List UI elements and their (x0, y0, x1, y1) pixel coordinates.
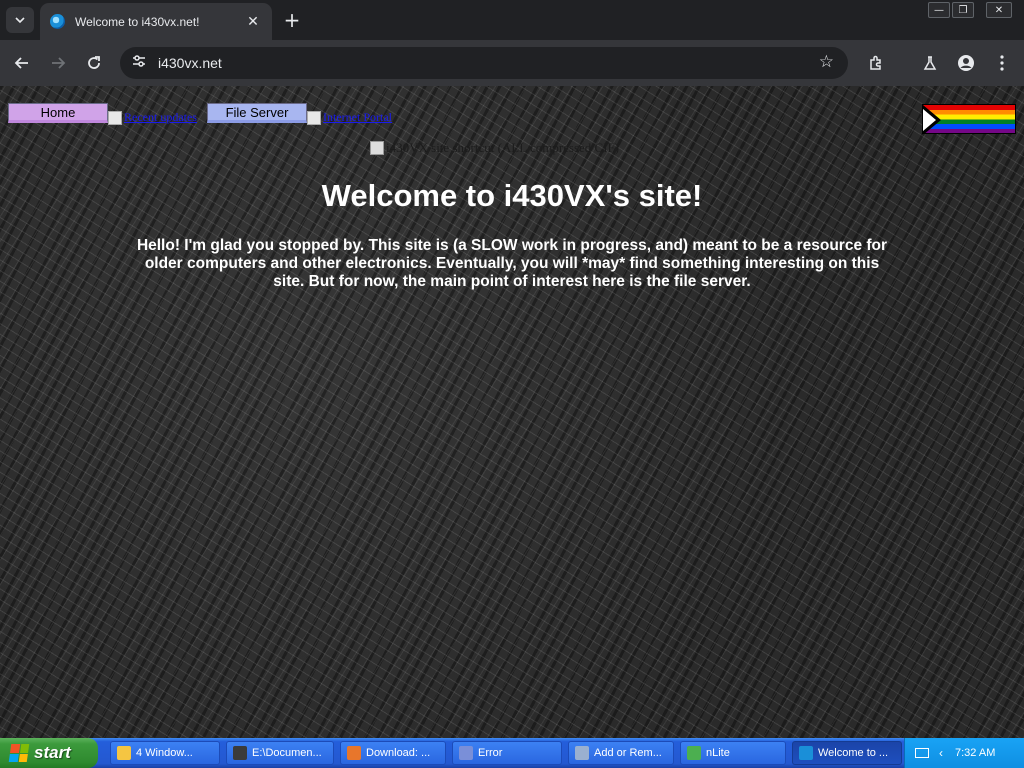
taskbar-app-icon (117, 746, 131, 760)
back-button[interactable] (10, 51, 34, 75)
taskbar-item-label: 4 Window... (136, 747, 193, 759)
minimize-button[interactable]: — (928, 2, 950, 18)
page-viewport: Home Recent updates File Server Internet… (0, 86, 1024, 738)
tab-search-button[interactable] (6, 7, 34, 33)
chevron-down-icon (15, 17, 25, 24)
extensions-icon[interactable] (864, 51, 888, 75)
maximize-button[interactable]: ❐ (952, 2, 974, 18)
start-button[interactable]: start (0, 738, 98, 768)
taskbar-item-label: Error (478, 747, 503, 759)
taskbar-app-icon (687, 746, 701, 760)
taskbar-item[interactable]: 4 Window... (110, 741, 220, 765)
start-label: start (34, 743, 71, 762)
taskbar-item-label: Download: ... (366, 747, 431, 759)
taskbar-item[interactable]: E:\Documen... (226, 741, 334, 765)
taskbar-app-icon (575, 746, 589, 760)
close-window-button[interactable]: ✕ (986, 2, 1012, 18)
tab-title: Welcome to i430vx.net! (75, 14, 200, 29)
taskbar-item-label: Welcome to ... (818, 747, 889, 759)
taskbar-item[interactable]: Error (452, 741, 562, 765)
labs-flask-icon[interactable] (918, 51, 942, 75)
site-info-icon[interactable] (132, 54, 154, 72)
site-favicon-icon (50, 14, 65, 29)
nav-file-server-button[interactable]: File Server (207, 103, 307, 123)
intro-paragraph: Hello! I'm glad you stopped by. This sit… (136, 237, 888, 290)
tray-chevron-icon[interactable]: ‹ (939, 746, 943, 760)
taskbar-item-label: E:\Documen... (252, 747, 322, 759)
system-tray: ‹ 7:32 AM (904, 738, 1024, 768)
arrow-left-icon (14, 57, 28, 69)
arrow-right-icon (52, 57, 66, 69)
taskbar-item[interactable]: Welcome to ... (792, 741, 902, 765)
browser-tabstrip: Welcome to i430vx.net! ✕ + — ❐ ✕ (0, 0, 1024, 40)
clock[interactable]: 7:32 AM (955, 747, 995, 759)
flag-chevron-inner (923, 109, 936, 131)
close-control: ✕ (986, 2, 1012, 18)
tab-close-icon[interactable]: ✕ (244, 13, 262, 30)
bookmark-star-icon[interactable]: ☆ (819, 52, 834, 72)
taskbar-app-icon (233, 746, 247, 760)
address-bar[interactable]: i430vx.net ☆ (120, 47, 848, 79)
taskbar-app-icon (459, 746, 473, 760)
nav-home-button[interactable]: Home (8, 103, 108, 123)
broken-image-alt: Internet Portal (323, 110, 392, 124)
broken-image-icon (108, 110, 122, 125)
broken-image-icon (370, 141, 384, 155)
banner-alt-text: i430VX site shortcut (ALL compressed CIF… (386, 140, 620, 155)
taskbar-item-label: nLite (706, 747, 730, 759)
taskbar-app-icon (799, 746, 813, 760)
progress-pride-flag-image (922, 104, 1016, 134)
keyboard-icon[interactable] (915, 748, 929, 758)
taskbar-item[interactable]: nLite (680, 741, 786, 765)
taskbar-app-icon (347, 746, 361, 760)
broken-image-icon (307, 110, 321, 125)
page-title: Welcome to i430VX's site! (321, 178, 703, 213)
url-text: i430vx.net (158, 55, 222, 71)
windows-taskbar: start 4 Window... E:\Documen... Download: … (0, 738, 1024, 768)
nav-internet-portal-link[interactable]: Internet Portal (307, 110, 392, 125)
reload-button[interactable] (82, 51, 106, 75)
banner-image-alt: i430VX site shortcut (ALL compressed CIF… (370, 140, 619, 156)
reload-icon (88, 56, 100, 69)
taskbar-item[interactable]: Download: ... (340, 741, 446, 765)
taskbar-item[interactable]: Add or Rem... (568, 741, 674, 765)
windows-logo-icon (8, 744, 30, 762)
profile-avatar-icon[interactable] (954, 51, 978, 75)
nav-recent-updates-link[interactable]: Recent updates (108, 110, 197, 125)
menu-kebab-icon[interactable] (990, 51, 1014, 75)
forward-button[interactable] (46, 51, 70, 75)
window-controls: — ❐ (928, 2, 974, 18)
broken-image-alt: Recent updates (124, 110, 197, 124)
taskbar-item-label: Add or Rem... (594, 747, 662, 759)
new-tab-button[interactable]: + (280, 7, 304, 33)
browser-tab[interactable]: Welcome to i430vx.net! ✕ (40, 3, 272, 40)
browser-toolbar: i430vx.net ☆ (0, 40, 1024, 86)
